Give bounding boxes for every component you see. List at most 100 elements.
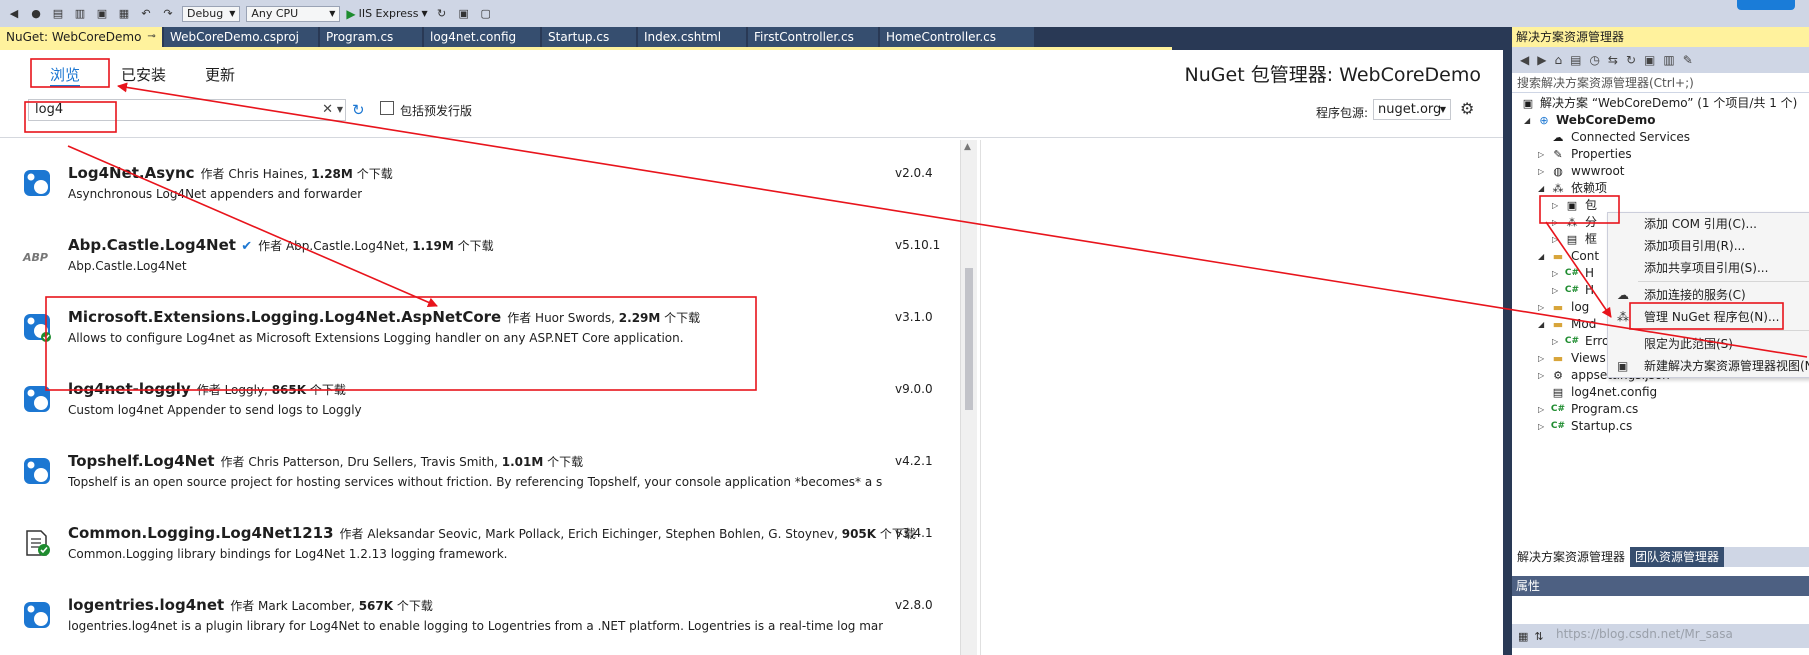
author-prefix: 作者: [339, 527, 364, 541]
downloads-suffix: 个下载: [356, 167, 393, 181]
browser-link-icon[interactable]: ▣: [456, 7, 472, 21]
package-row-logentries-log4net[interactable]: logentries.log4net 作者 Mark Lacomber, 567K…: [0, 586, 960, 655]
clear-icon[interactable]: ✕: [322, 102, 333, 117]
configuration-select[interactable]: Debug ▼: [182, 5, 241, 22]
show-all-files-icon[interactable]: ▥: [1663, 53, 1674, 67]
package-meta: 作者 Abp.Castle.Log4Net, 1.19M 个下载: [258, 239, 494, 253]
menu-item-label: 限定为此范围(S): [1644, 337, 1733, 351]
package-downloads: 905K: [841, 527, 877, 541]
package-source-value: nuget.org: [1378, 102, 1442, 117]
author-prefix: 作者: [258, 239, 283, 253]
chevron-down-icon[interactable]: ▼: [337, 105, 343, 114]
package-name-text: Common.Logging.Log4Net1213: [68, 524, 334, 542]
menu-item-new-explorer-view[interactable]: ▣ 新建解决方案资源管理器视图(N): [1608, 355, 1809, 377]
tab-installed[interactable]: 已安装: [121, 64, 166, 85]
solution-explorer-title: 解决方案资源管理器: [1512, 27, 1809, 47]
refresh-icon[interactable]: ↻: [352, 101, 365, 119]
tab-webcoredemo-csproj[interactable]: WebCoreDemo.csproj: [164, 27, 318, 47]
new-project-icon[interactable]: ▤: [50, 7, 66, 21]
package-meta: 作者 Chris Patterson, Dru Sellers, Travis …: [221, 455, 584, 469]
tab-index-cshtml[interactable]: Index.cshtml: [638, 27, 746, 47]
tab-browse[interactable]: 浏览: [50, 64, 80, 85]
package-version: v4.2.1: [895, 454, 933, 468]
verified-icon: ✔: [241, 239, 253, 254]
solution-search-input[interactable]: 搜索解决方案资源管理器(Ctrl+;): [1512, 73, 1809, 93]
window-icon[interactable]: ▢: [478, 7, 494, 21]
nuget-package-icon: [24, 602, 50, 628]
package-list-scrollbar[interactable]: ▲: [960, 140, 977, 655]
package-version: v3.1.0: [895, 310, 933, 324]
tree-item-startup-cs[interactable]: ▷ C# Startup.cs: [1512, 417, 1809, 436]
collapse-all-icon[interactable]: ▣: [1644, 53, 1655, 67]
search-input[interactable]: log4 ✕ ▼: [28, 99, 346, 121]
tab-nuget-webcoredemo[interactable]: NuGet: WebCoreDemo⊸✕: [0, 27, 162, 47]
alphabetical-icon[interactable]: ⇅: [1534, 630, 1543, 643]
tab-firstcontroller-cs[interactable]: FirstController.cs: [748, 27, 878, 47]
menu-item-label: 添加 COM 引用(C)...: [1644, 217, 1757, 231]
pin-icon[interactable]: ⊸: [147, 27, 155, 47]
scroll-up-icon[interactable]: ▲: [964, 142, 971, 152]
run-button[interactable]: ▶ IIS Express ▼: [346, 7, 427, 21]
save-icon[interactable]: ▣: [94, 7, 110, 21]
tab-log4net-config[interactable]: log4net.config: [424, 27, 540, 47]
undo-icon[interactable]: ↶: [138, 7, 154, 21]
package-source-select[interactable]: nuget.org ▼: [1373, 99, 1451, 120]
package-row-topshelf-log4net[interactable]: Topshelf.Log4Net 作者 Chris Patterson, Dru …: [0, 442, 960, 514]
forward-icon[interactable]: ▶: [1537, 53, 1546, 67]
downloads-suffix: 个下载: [309, 383, 346, 397]
menu-item-add-connected-service[interactable]: ☁ 添加连接的服务(C): [1608, 284, 1809, 306]
nuget-icon: ⁂: [1617, 310, 1629, 324]
menu-item-add-shared-project-reference[interactable]: 添加共享项目引用(S)...: [1608, 257, 1809, 279]
redo-icon[interactable]: ↷: [160, 7, 176, 21]
tab-team-explorer[interactable]: 团队资源管理器: [1630, 547, 1725, 567]
switch-views-icon[interactable]: ▤: [1570, 53, 1581, 67]
forward-icon[interactable]: ●: [28, 7, 44, 21]
menu-item-add-project-reference[interactable]: 添加项目引用(R)...: [1608, 235, 1809, 257]
new-view-icon: ▣: [1617, 359, 1629, 373]
menu-item-manage-nuget-packages[interactable]: ⁂ 管理 NuGet 程序包(N)...: [1608, 306, 1809, 328]
menu-item-scope-to-this[interactable]: 限定为此范围(S): [1608, 333, 1809, 355]
menu-item-label: 新建解决方案资源管理器视图(N): [1644, 359, 1809, 373]
package-row-log4net-loggly[interactable]: log4net-loggly 作者 Loggly, 865K 个下载 Custom…: [0, 370, 960, 442]
tab-updates[interactable]: 更新: [205, 64, 235, 85]
account-badge[interactable]: [1737, 0, 1795, 10]
package-name: Topshelf.Log4Net 作者 Chris Patterson, Dru …: [68, 452, 583, 470]
tab-startup-cs[interactable]: Startup.cs: [542, 27, 636, 47]
package-author: Loggly,: [224, 383, 268, 397]
chevron-down-icon: ▼: [329, 8, 336, 18]
home-icon[interactable]: ⌂: [1554, 53, 1562, 67]
gear-icon[interactable]: ⚙: [1460, 99, 1474, 118]
sync-icon[interactable]: ⇆: [1608, 53, 1618, 67]
menu-item-add-com-reference[interactable]: 添加 COM 引用(C)...: [1608, 213, 1809, 235]
tab-solution-explorer[interactable]: 解决方案资源管理器: [1512, 547, 1631, 567]
prerelease-checkbox[interactable]: [380, 101, 394, 115]
package-row-log4net-async[interactable]: Log4Net.Async 作者 Chris Haines, 1.28M 个下载 …: [0, 154, 960, 226]
save-all-icon[interactable]: ▦: [116, 7, 132, 21]
refresh-browser-icon[interactable]: ↻: [434, 7, 450, 21]
package-description: logentries.log4net is a plugin library f…: [68, 619, 883, 633]
back-icon[interactable]: ◀: [1520, 53, 1529, 67]
back-icon[interactable]: ◀: [6, 7, 22, 21]
menu-item-label: 添加项目引用(R)...: [1644, 239, 1746, 253]
pending-changes-icon[interactable]: ◷: [1589, 53, 1599, 67]
categorized-icon[interactable]: ▦: [1518, 630, 1528, 643]
package-version: v2.8.0: [895, 598, 933, 612]
tab-homecontroller-cs[interactable]: HomeController.cs: [880, 27, 1034, 47]
downloads-suffix: 个下载: [547, 455, 584, 469]
package-row-ms-extensions-logging-log4net[interactable]: Microsoft.Extensions.Logging.Log4Net.Asp…: [0, 298, 960, 370]
menu-separator: [1638, 281, 1809, 282]
collapsed-icon[interactable]: ▷: [1538, 417, 1548, 436]
refresh-icon[interactable]: ↻: [1626, 53, 1636, 67]
package-row-common-logging-log4net1213[interactable]: Common.Logging.Log4Net1213 作者 Aleksandar …: [0, 514, 960, 586]
open-folder-icon[interactable]: ▥: [72, 7, 88, 21]
tab-program-cs[interactable]: Program.cs: [320, 27, 422, 47]
package-detail-pane: [980, 140, 1503, 655]
nuget-header: 浏览 已安装 更新 NuGet 包管理器: WebCoreDemo log4 ✕…: [0, 50, 1503, 138]
package-meta: 作者 Chris Haines, 1.28M 个下载: [201, 167, 393, 181]
wrench-icon[interactable]: ✎: [1683, 53, 1693, 67]
scrollbar-thumb[interactable]: [965, 268, 973, 410]
platform-select[interactable]: Any CPU ▼: [246, 5, 341, 22]
package-row-abp-castle-log4net[interactable]: ABP Abp.Castle.Log4Net ✔ 作者 Abp.Castle.Lo…: [0, 226, 960, 298]
chevron-down-icon: ▼: [421, 9, 428, 18]
svg-text:ABP: ABP: [22, 251, 48, 264]
